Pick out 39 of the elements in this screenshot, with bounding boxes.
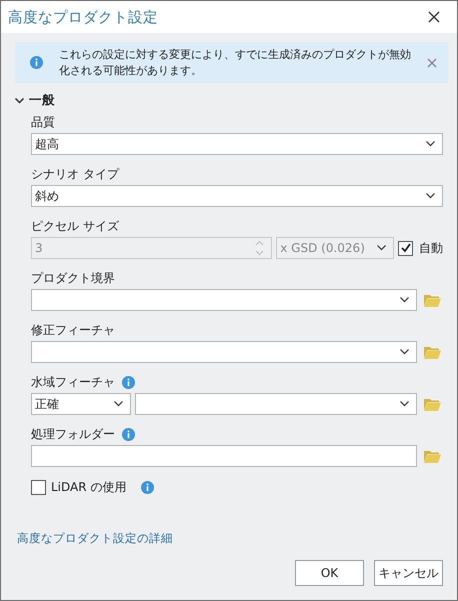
close-icon[interactable] <box>428 11 440 23</box>
dialog-button[interactable]: キャンセル <box>374 560 443 586</box>
chevron-down-icon <box>400 401 409 407</box>
dropdown[interactable]: 斜め <box>31 185 443 207</box>
banner-message: これらの設定に対する変更により、すでに生成済みのプロダクトが無効化される可能性があります。 <box>59 46 411 78</box>
field-label: 水域フィーチャ <box>31 374 115 391</box>
field-label: 処理フォルダー <box>31 426 115 443</box>
folder-icon[interactable] <box>424 346 441 358</box>
section-title[interactable]: 一般 <box>29 92 55 109</box>
dialog-button[interactable]: OK <box>295 560 364 586</box>
chevron-down-icon <box>426 193 435 199</box>
folder-icon[interactable] <box>424 294 441 306</box>
field-label: 修正フィーチャ <box>31 322 115 339</box>
dropdown[interactable] <box>31 289 417 311</box>
info-icon[interactable] <box>122 376 135 389</box>
mode-dropdown[interactable]: 正確 <box>31 393 131 415</box>
input-field[interactable] <box>31 445 417 467</box>
details-link[interactable]: 高度なプロダクト設定の詳細 <box>17 531 443 546</box>
checkbox[interactable] <box>31 480 46 495</box>
field-label: シナリオ タイプ <box>31 166 119 183</box>
field-label: ピクセル サイズ <box>31 218 119 235</box>
info-icon[interactable] <box>122 428 135 441</box>
info-icon[interactable] <box>141 481 154 494</box>
dropdown[interactable]: 超高 <box>31 133 443 155</box>
info-icon[interactable] <box>30 56 43 69</box>
chevron-down-icon <box>426 141 435 147</box>
field-label: プロダクト境界 <box>31 270 115 287</box>
dropdown[interactable] <box>31 341 417 363</box>
dropdown[interactable] <box>135 393 417 415</box>
folder-icon[interactable] <box>424 450 441 462</box>
chevron-down-icon <box>114 401 123 407</box>
chevron-down-icon <box>377 245 386 251</box>
chevron-down-icon <box>400 297 409 303</box>
chevron-down-icon[interactable] <box>15 96 24 105</box>
folder-icon[interactable] <box>424 398 441 410</box>
checkbox-label[interactable]: LiDAR の使用 <box>51 479 126 496</box>
window-title: 高度なプロダクト設定 <box>8 8 158 26</box>
field-label: 品質 <box>31 114 55 131</box>
chevron-down-icon <box>400 349 409 355</box>
